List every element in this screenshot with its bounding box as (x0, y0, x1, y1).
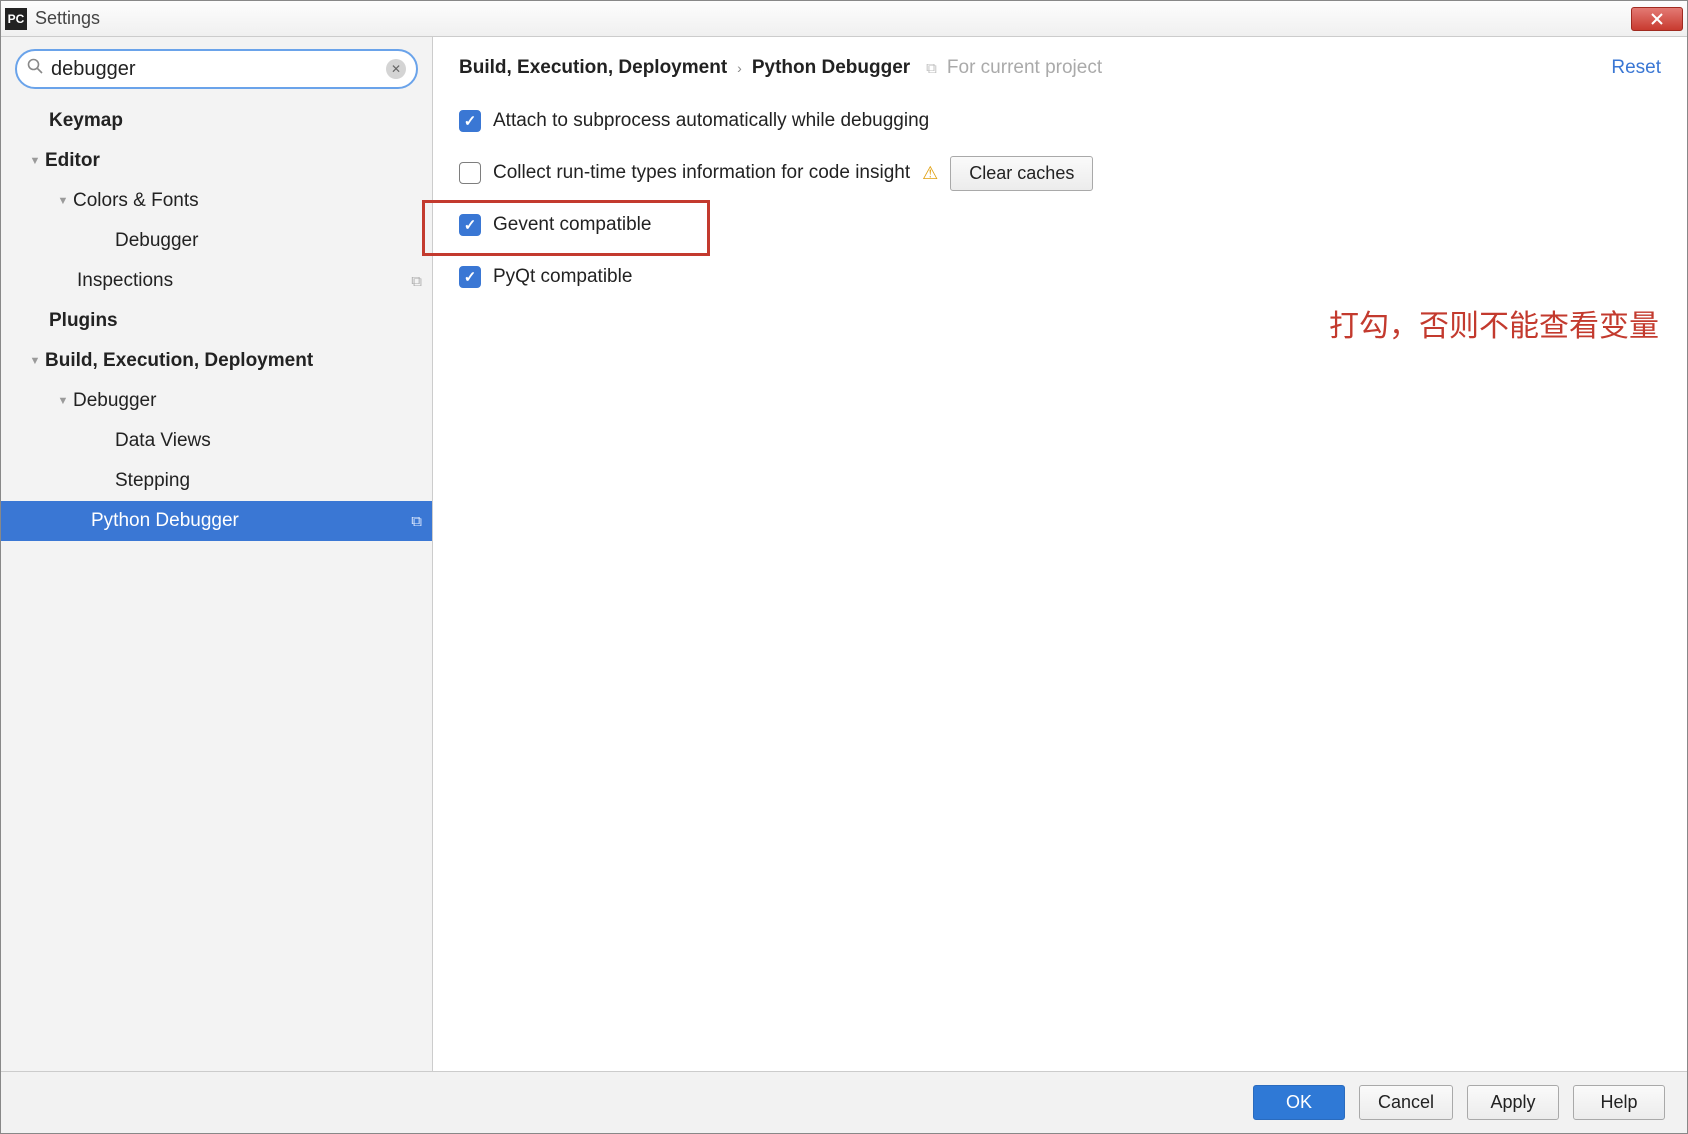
options-list: Attach to subprocess automatically while… (433, 87, 1687, 311)
cancel-button[interactable]: Cancel (1359, 1085, 1453, 1120)
checkbox-pyqt[interactable] (459, 266, 481, 288)
scope-icon: ⧉ (926, 60, 937, 77)
app-icon: PC (5, 8, 27, 30)
warning-icon: ⚠ (922, 163, 938, 184)
option-attach-subprocess[interactable]: Attach to subprocess automatically while… (459, 95, 1661, 147)
tree-item-editor[interactable]: ▼Editor (1, 141, 432, 181)
search-icon (27, 58, 43, 80)
checkbox-attach[interactable] (459, 110, 481, 132)
close-button[interactable] (1631, 7, 1683, 31)
tree-item-stepping[interactable]: ▼Stepping (1, 461, 432, 501)
clear-search-icon[interactable]: ✕ (386, 59, 406, 79)
scope-label: For current project (947, 57, 1102, 79)
ok-button[interactable]: OK (1253, 1085, 1345, 1120)
chevron-right-icon: › (737, 60, 742, 76)
option-label: Attach to subprocess automatically while… (493, 110, 929, 132)
option-label: Gevent compatible (493, 214, 651, 236)
chevron-down-icon: ▼ (25, 355, 45, 367)
breadcrumb-leaf: Python Debugger (752, 57, 910, 79)
option-pyqt-compatible[interactable]: PyQt compatible (459, 251, 1661, 303)
footer: OK Cancel Apply Help (1, 1071, 1687, 1133)
breadcrumb: Build, Execution, Deployment › Python De… (433, 37, 1687, 87)
copy-icon: ⧉ (411, 273, 422, 290)
settings-window: PC Settings ✕ ▼Keymap ▼Editor ▼Colors & … (0, 0, 1688, 1134)
chevron-down-icon: ▼ (53, 195, 73, 207)
tree-item-debugger[interactable]: ▼Debugger (1, 381, 432, 421)
annotation-text: 打勾，否则不能查看变量 (1329, 301, 1659, 345)
option-collect-types[interactable]: Collect run-time types information for c… (459, 147, 1661, 199)
help-button[interactable]: Help (1573, 1085, 1665, 1120)
tree-item-keymap[interactable]: ▼Keymap (1, 101, 432, 141)
body: ✕ ▼Keymap ▼Editor ▼Colors & Fonts ▼Debug… (1, 37, 1687, 1071)
main-panel: Build, Execution, Deployment › Python De… (433, 37, 1687, 1071)
search-box[interactable]: ✕ (15, 49, 418, 89)
search-input[interactable] (51, 58, 378, 81)
copy-icon: ⧉ (411, 513, 422, 530)
apply-button[interactable]: Apply (1467, 1085, 1559, 1120)
breadcrumb-parent: Build, Execution, Deployment (459, 57, 727, 79)
clear-caches-button[interactable]: Clear caches (950, 156, 1093, 191)
checkbox-gevent[interactable] (459, 214, 481, 236)
titlebar: PC Settings (1, 1, 1687, 37)
tree-item-data-views[interactable]: ▼Data Views (1, 421, 432, 461)
chevron-down-icon: ▼ (53, 395, 73, 407)
option-gevent-compatible[interactable]: Gevent compatible (459, 199, 1661, 251)
tree-item-colors-fonts[interactable]: ▼Colors & Fonts (1, 181, 432, 221)
settings-tree: ▼Keymap ▼Editor ▼Colors & Fonts ▼Debugge… (1, 97, 432, 1071)
chevron-down-icon: ▼ (25, 155, 45, 167)
option-label: Collect run-time types information for c… (493, 162, 910, 184)
tree-item-plugins[interactable]: ▼Plugins (1, 301, 432, 341)
window-title: Settings (35, 8, 100, 29)
option-label: PyQt compatible (493, 266, 632, 288)
sidebar: ✕ ▼Keymap ▼Editor ▼Colors & Fonts ▼Debug… (1, 37, 433, 1071)
tree-item-python-debugger[interactable]: ▼Python Debugger⧉ (1, 501, 432, 541)
tree-item-build-execution-deployment[interactable]: ▼Build, Execution, Deployment (1, 341, 432, 381)
tree-item-colors-fonts-debugger[interactable]: ▼Debugger (1, 221, 432, 261)
reset-link[interactable]: Reset (1611, 57, 1661, 79)
checkbox-collect[interactable] (459, 162, 481, 184)
close-icon (1651, 13, 1663, 25)
tree-item-inspections[interactable]: ▼Inspections⧉ (1, 261, 432, 301)
